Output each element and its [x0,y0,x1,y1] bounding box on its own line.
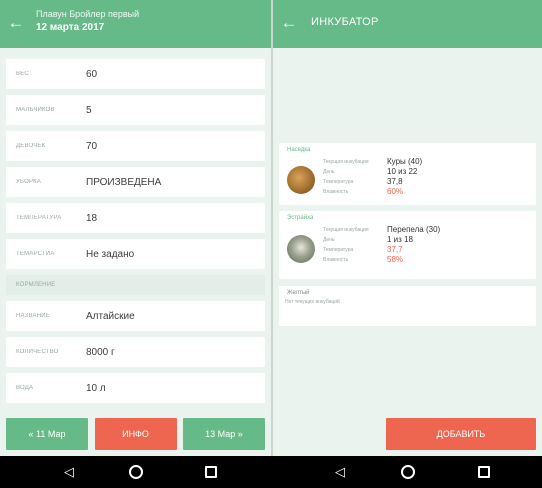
row-value: Перепела (30) [387,225,441,234]
incubator-screen: ← ИНКУБАТОР Наседка Текущая инкубация Ку… [273,0,542,456]
humidity-row: Влажность 58% [323,255,530,264]
field-label: ТЕМАРСТИА [16,251,55,257]
temperature-row: Температура 37,7 [323,245,530,254]
field-weight[interactable]: ВЕС 60 [6,59,265,89]
record-form: ВЕС 60 МАЛЬЧИКОВ 5 ДЕВОЧЕК 70 УБОРКА ПРО… [6,59,265,409]
nav-back-icon[interactable]: ◁ [330,462,350,482]
field-label: ТЕМПЕРАТУРА [16,215,62,221]
field-females[interactable]: ДЕВОЧЕК 70 [6,131,265,161]
nav-home-icon[interactable] [129,465,143,479]
field-label: ВОДА [16,385,34,391]
quail-photo-icon [287,235,315,263]
temperature-row: Температура 37,8 [323,177,530,186]
field-extra[interactable]: ТЕМАРСТИА Не задано [6,239,265,269]
field-temperature[interactable]: ТЕМПЕРАТУРА 18 [6,203,265,233]
incubator-card[interactable]: Эстрайха Текущая инкубация Перепела (30)… [279,211,536,279]
field-value: 10 л [86,382,106,394]
day-row: День 1 из 18 [323,235,530,244]
row-key: День [323,236,335,243]
day-navigation: « 11 Мар ИНФО 13 Мар » [6,418,265,450]
back-arrow-icon[interactable]: ← [279,13,299,33]
row-key: Текущая инкубация [323,158,369,165]
app-bar: ← Плавун Бройлер первый 12 марта 2017 [0,0,271,48]
incubator-name: Желтый [287,290,310,296]
row-key: Влажность [323,256,349,263]
page-title: ИНКУБАТОР [311,16,379,28]
app-bar: ← ИНКУБАТОР [273,0,542,48]
row-key: Влажность [323,188,349,195]
nav-home-icon[interactable] [401,465,415,479]
field-feed-name[interactable]: НАЗВАНИЕ Алтайские [6,301,265,331]
previous-day-button[interactable]: « 11 Мар [6,418,88,450]
field-value: 8000 г [86,346,115,358]
field-value: 5 [86,104,92,116]
info-button[interactable]: ИНФО [94,418,177,450]
row-key: Текущая инкубация [323,226,369,233]
row-value: 10 из 22 [387,167,418,176]
field-value: ПРОИЗВЕДЕНА [86,176,162,188]
field-label: УБОРКА [16,179,42,185]
field-feed-amount[interactable]: КОЛИЧЕСТВО 8000 г [6,337,265,367]
row-value: Куры (40) [387,157,423,166]
add-incubator-button[interactable]: ДОБАВИТЬ [386,418,536,450]
next-day-button[interactable]: 13 Мар » [183,418,265,450]
incubation-row: Текущая инкубация Перепела (30) [323,225,530,234]
row-key: Температура [323,246,354,253]
nav-recent-icon[interactable] [205,466,217,478]
field-label: ВЕС [16,71,29,77]
incubator-name: Наседка [287,147,311,153]
day-row: День 10 из 22 [323,167,530,176]
back-arrow-icon[interactable]: ← [6,13,26,33]
system-navigation-bar: ◁ ◁ [0,456,542,488]
row-key: Температура [323,178,354,185]
field-value: 70 [86,140,98,152]
field-males[interactable]: МАЛЬЧИКОВ 5 [6,95,265,125]
field-water[interactable]: ВОДА 10 л [6,373,265,403]
field-cleaning[interactable]: УБОРКА ПРОИЗВЕДЕНА [6,167,265,197]
incubation-row: Текущая инкубация Куры (40) [323,157,530,166]
row-value: 60% [387,187,404,196]
field-value: 18 [86,212,98,224]
nav-back-icon[interactable]: ◁ [59,462,79,482]
incubator-name: Эстрайха [287,215,314,221]
section-header-feeding: КОРМЛЕНИЕ [6,275,265,295]
humidity-row: Влажность 60% [323,187,530,196]
row-key: День [323,168,335,175]
flock-name: Плавун Бройлер первый [36,9,140,19]
field-label: ДЕВОЧЕК [16,143,46,149]
app-bar-title: Плавун Бройлер первый 12 марта 2017 [36,8,139,35]
field-label: КОЛИЧЕСТВО [16,349,59,355]
incubator-card[interactable]: Наседка Текущая инкубация Куры (40) День… [279,143,536,205]
field-value: Не задано [86,248,135,260]
field-label: НАЗВАНИЕ [16,313,50,319]
incubator-card-empty[interactable]: Желтый Нет текущих инкубаций [279,286,536,326]
record-date: 12 марта 2017 [36,22,105,33]
row-value: 1 из 18 [387,235,413,244]
row-value: 58% [387,255,404,264]
field-value: Алтайские [86,310,135,322]
chick-photo-icon [287,166,315,194]
nav-recent-icon[interactable] [478,466,490,478]
daily-record-screen: ← Плавун Бройлер первый 12 марта 2017 ВЕ… [0,0,271,456]
row-value: 37,7 [387,245,403,254]
empty-note: Нет текущих инкубаций [285,299,340,305]
field-value: 60 [86,68,98,80]
row-value: 37,8 [387,177,403,186]
field-label: МАЛЬЧИКОВ [16,107,55,113]
